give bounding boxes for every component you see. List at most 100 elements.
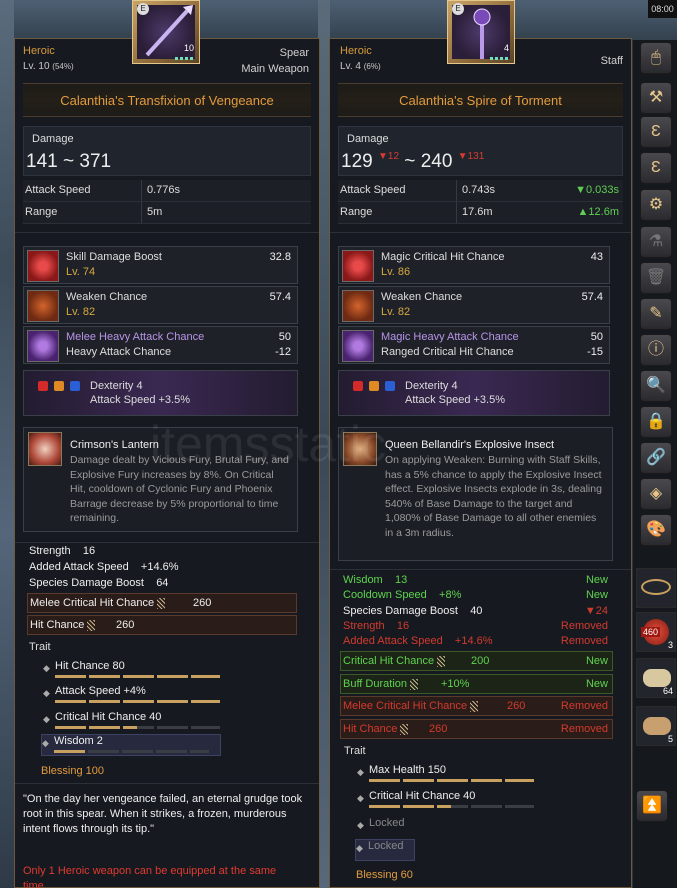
inventory-slot[interactable]: 5 <box>636 706 676 746</box>
stat-status: New <box>585 574 608 586</box>
stat-row: Cooldown Speed +8% <box>343 589 462 601</box>
stat-row: Species Damage Boost 40 <box>343 605 483 617</box>
inspect-icon[interactable]: 🔍 <box>640 370 672 402</box>
anvil-icon[interactable]: ⚙ <box>640 189 672 221</box>
orange-gear-icon <box>27 290 59 322</box>
trait-row[interactable]: ◆ Critical Hit Chance 40 <box>43 711 233 733</box>
damage-box: Damage 129 ▼12 ~ 240 ▼131 <box>338 126 623 176</box>
red-crystal-icon <box>27 250 59 282</box>
substat-row: Hit Chance 260 Removed <box>340 719 613 739</box>
stat-status: ▼24 <box>584 605 608 617</box>
inventory-slot[interactable]: 64 <box>636 658 676 698</box>
trash-icon[interactable]: 🗑 <box>640 262 672 294</box>
item-name: Calanthia's Transfixion of Vengeance <box>23 83 311 117</box>
item-grade: Heroic <box>340 45 372 57</box>
stat-status: Removed <box>560 620 608 632</box>
attack-speed-row: Attack Speed 0.776s <box>23 180 311 202</box>
enhance-icon[interactable]: ⚒ <box>640 82 672 114</box>
trait-row[interactable]: ◆ Critical Hit Chance 40 <box>357 790 547 812</box>
inventory-slot[interactable] <box>636 568 676 608</box>
inventory-slot[interactable]: 460 3 <box>636 612 676 652</box>
engrave-extract-icon[interactable]: Ɛ <box>640 152 672 184</box>
gem-socket-box[interactable]: Dexterity 4 Attack Speed +3.5% <box>338 370 610 416</box>
engraving-row[interactable]: Magic Critical Hit Chance 43 Lv. 86 <box>338 246 610 284</box>
mouse-icon[interactable]: 🖱 <box>640 42 672 74</box>
stat-species-damage: Species Damage Boost 64 <box>29 577 169 589</box>
engrave-badge-icon: E <box>452 3 464 15</box>
engraving-row[interactable]: Weaken Chance 57.4 Lv. 82 <box>23 286 298 324</box>
trait-row[interactable]: ◆ Attack Speed +4% <box>43 685 233 707</box>
trait-title: Trait <box>29 641 51 653</box>
item-slot: Main Weapon <box>241 63 309 75</box>
stat-row: Added Attack Speed +14.6% <box>343 635 493 647</box>
engraving-row[interactable]: Weaken Chance 57.4 Lv. 82 <box>338 286 610 324</box>
blue-gem-icon <box>70 381 80 391</box>
item-name: Calanthia's Spire of Torment <box>338 83 623 117</box>
damage-box: Damage 141 ~ 371 <box>23 126 311 176</box>
info-icon[interactable]: ⓘ <box>640 334 672 366</box>
item-level: Lv. 4 (6%) <box>340 61 381 72</box>
damage-value: 141 ~ 371 <box>26 151 112 172</box>
substat-row: Critical Hit Chance 200 New <box>340 651 613 671</box>
red-gem-icon <box>353 381 363 391</box>
red-gem-icon <box>38 381 48 391</box>
upload-icon[interactable]: ⏫ <box>636 790 668 822</box>
stat-strength: Strength 16 <box>29 545 96 557</box>
trait-row-locked[interactable]: ◆ Locked <box>355 839 415 861</box>
substat-row: Hit Chance 260 <box>27 615 297 635</box>
game-background-left <box>0 0 14 888</box>
item-grade: Heroic <box>23 45 55 57</box>
link-icon[interactable]: 🔗 <box>640 442 672 474</box>
red-crystal-icon <box>342 250 374 282</box>
blessing: Blessing 60 <box>356 869 413 881</box>
engraving-row[interactable]: Magic Heavy Attack Chance 50 Ranged Crit… <box>338 326 610 364</box>
substat-row: Melee Critical Hit Chance 260 <box>27 593 297 613</box>
staff-item-icon[interactable]: E 4 <box>447 0 515 64</box>
trait-title: Trait <box>344 745 366 757</box>
damage-label: Damage <box>347 133 389 145</box>
lock-icon[interactable]: 🔒 <box>640 406 672 438</box>
lantern-icon <box>28 432 62 466</box>
range-row: Range 5m <box>23 202 311 224</box>
flask-icon[interactable]: ⚗ <box>640 226 672 258</box>
attack-speed-row: Attack Speed 0.743s ▼0.033s <box>338 180 623 202</box>
blue-gem-icon <box>385 381 395 391</box>
trait-row[interactable]: ◆ Max Health 150 <box>357 764 547 786</box>
watermark: itemsstatic <box>150 416 387 472</box>
gem-socket-box[interactable]: Dexterity 4 Attack Speed +3.5% <box>23 370 298 416</box>
substat-row: Melee Critical Hit Chance 260 Removed <box>340 696 613 716</box>
range-row: Range 17.6m ▲12.6m <box>338 202 623 224</box>
engrave-badge-icon: E <box>137 3 149 15</box>
trait-row[interactable]: ◆ Hit Chance 80 <box>43 660 233 682</box>
purple-gem-icon <box>342 330 374 362</box>
game-background-top <box>0 0 677 40</box>
stat-status: New <box>585 589 608 601</box>
orange-gem-icon <box>54 381 64 391</box>
trait-row-selected[interactable]: ◆ Wisdom 2 <box>41 734 221 756</box>
quill-icon[interactable]: ✎ <box>640 298 672 330</box>
clock: 08:00 <box>648 0 677 18</box>
trait-row-locked[interactable]: ◆ Locked <box>357 817 547 839</box>
stat-added-attack-speed: Added Attack Speed +14.6% <box>29 561 179 573</box>
damage-label: Damage <box>32 133 74 145</box>
item-type: Staff <box>600 55 623 67</box>
lore-text: "On the day her vengeance failed, an ete… <box>23 793 303 835</box>
blessing: Blessing 100 <box>41 765 104 777</box>
palette-icon[interactable]: 🎨 <box>640 514 672 546</box>
stat-row: Wisdom 13 <box>343 574 408 586</box>
engraving-row[interactable]: Skill Damage Boost 32.8 Lv. 74 <box>23 246 298 284</box>
engraving-row[interactable]: Melee Heavy Attack Chance 50 Heavy Attac… <box>23 326 298 364</box>
spear-item-icon[interactable]: E 10 <box>132 0 200 64</box>
substat-row: Buff Duration +10% New <box>340 674 613 694</box>
craft-icon[interactable]: ◈ <box>640 478 672 510</box>
stat-status: Removed <box>560 635 608 647</box>
purple-gem-icon <box>27 330 59 362</box>
damage-value: 129 ▼12 ~ 240 ▼131 <box>341 151 485 172</box>
orange-gem-icon <box>369 381 379 391</box>
engrave-icon[interactable]: Ɛ <box>640 116 672 148</box>
item-level: Lv. 10 (54%) <box>23 61 74 72</box>
equip-warning: Only 1 Heroic weapon can be equipped at … <box>23 865 277 888</box>
item-type: Spear <box>279 47 309 59</box>
orange-gear-icon <box>342 290 374 322</box>
stat-row: Strength 16 <box>343 620 410 632</box>
